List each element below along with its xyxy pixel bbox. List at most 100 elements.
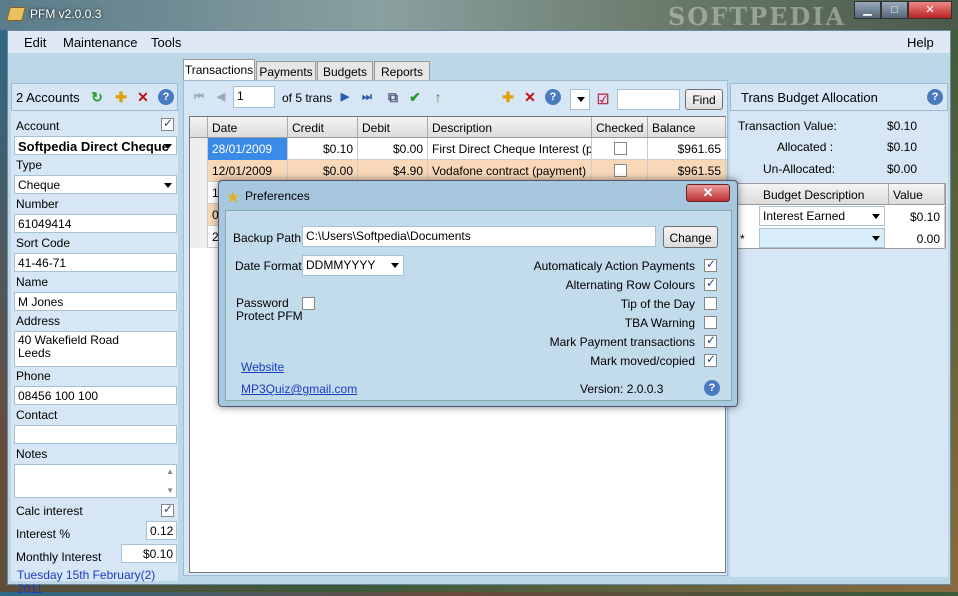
grid-header: Date Credit Debit Description Checked Ba… xyxy=(190,117,727,138)
cell-date[interactable]: 28/01/2009 xyxy=(208,138,288,160)
delete-transaction-icon[interactable]: ✕ xyxy=(522,89,538,105)
calc-interest-checkbox[interactable] xyxy=(161,502,174,517)
preferences-close-button[interactable]: ✕ xyxy=(686,184,730,202)
close-button[interactable]: ✕ xyxy=(908,1,952,19)
col-debit[interactable]: Debit xyxy=(358,117,428,138)
budget-desc-select-new[interactable] xyxy=(759,228,885,248)
row-checkbox[interactable] xyxy=(614,164,627,177)
first-record-icon[interactable]: ⏮ xyxy=(191,89,207,105)
scroll-down-icon[interactable]: ▼ xyxy=(166,486,174,495)
refresh-icon[interactable]: ↻ xyxy=(89,89,105,105)
col-balance[interactable]: Balance xyxy=(648,117,726,138)
add-transaction-icon[interactable]: ✚ xyxy=(500,89,516,105)
website-link[interactable]: Website xyxy=(241,360,284,374)
address-field[interactable]: 40 Wakefield Road Leeds xyxy=(14,331,177,367)
delete-account-icon[interactable]: ✕ xyxy=(135,89,151,105)
budget-grid: Budget Description Value Interest Earned… xyxy=(736,183,946,250)
cell-debit[interactable]: $4.90 xyxy=(358,160,428,182)
cell-description[interactable]: First Direct Cheque Interest (pa... xyxy=(428,138,592,160)
next-record-icon[interactable]: ▶ xyxy=(337,89,353,105)
type-select[interactable]: Cheque xyxy=(14,175,177,194)
budget-allocation-panel: Trans Budget Allocation ? Transaction Va… xyxy=(730,83,948,578)
option-mark-payment-checkbox[interactable] xyxy=(704,333,717,348)
account-select[interactable]: Softpedia Direct Cheque xyxy=(14,136,177,155)
sort-code-field[interactable]: 41-46-71 xyxy=(14,253,177,272)
phone-field[interactable]: 08456 100 100 xyxy=(14,386,177,405)
option-auto-action-checkbox[interactable] xyxy=(704,257,717,272)
col-budget-value[interactable]: Value xyxy=(889,184,945,205)
minimize-button[interactable]: ▁ xyxy=(854,1,881,19)
date-format-select[interactable]: DDMMYYYY xyxy=(302,255,404,276)
cell-credit[interactable]: $0.10 xyxy=(288,138,358,160)
prev-record-icon[interactable]: ◀ xyxy=(213,89,229,105)
cell-debit[interactable]: $0.00 xyxy=(358,138,428,160)
account-checkbox[interactable] xyxy=(161,116,174,131)
option-alt-rows-checkbox[interactable] xyxy=(704,276,717,291)
calc-interest-label: Calc interest xyxy=(16,504,83,518)
contact-field[interactable] xyxy=(14,425,177,444)
option-mark-moved-checkbox[interactable] xyxy=(704,352,717,367)
maximize-button[interactable]: □ xyxy=(881,1,908,19)
interest-field[interactable]: 0.12 xyxy=(146,521,177,540)
record-count: of 5 trans xyxy=(282,91,333,105)
tab-payments[interactable]: Payments xyxy=(256,61,316,81)
checklist-icon[interactable]: ☑ xyxy=(595,91,611,107)
row-checkbox[interactable] xyxy=(614,142,627,155)
copy-icon[interactable]: ⧉ xyxy=(385,89,401,105)
address-line2: Leeds xyxy=(18,346,51,360)
tab-budgets[interactable]: Budgets xyxy=(317,61,373,81)
cell-credit[interactable]: $0.00 xyxy=(288,160,358,182)
menu-edit[interactable]: Edit xyxy=(24,35,46,50)
budget-value-cell-new[interactable]: 0.00 xyxy=(889,228,945,250)
table-row[interactable]: 28/01/2009 $0.10 $0.00 First Direct Cheq… xyxy=(190,138,727,160)
menu-maintenance[interactable]: Maintenance xyxy=(63,35,137,50)
budget-help-icon[interactable]: ? xyxy=(927,89,943,105)
option-tip-checkbox[interactable] xyxy=(704,297,717,310)
notes-field[interactable]: ▲ ▼ xyxy=(14,464,177,498)
change-button[interactable]: Change xyxy=(663,226,718,248)
preferences-help-icon[interactable]: ? xyxy=(704,380,720,396)
option-tip: Tip of the Day xyxy=(620,297,695,311)
option-tba-checkbox[interactable] xyxy=(704,316,717,329)
backup-path-field[interactable]: C:\Users\Softpedia\Documents xyxy=(302,226,656,247)
budget-desc-select[interactable]: Interest Earned xyxy=(759,206,885,226)
last-record-icon[interactable]: ⏭ xyxy=(359,89,375,105)
help-icon[interactable]: ? xyxy=(158,89,174,105)
add-account-icon[interactable]: ✚ xyxy=(113,89,129,105)
col-date[interactable]: Date xyxy=(208,117,288,138)
record-position-field[interactable]: 1 xyxy=(233,86,275,108)
cell-checked[interactable] xyxy=(592,160,648,182)
password-checkbox[interactable] xyxy=(302,297,315,310)
date-format-label: Date Format xyxy=(235,259,302,273)
monthly-interest-field[interactable]: $0.10 xyxy=(121,544,177,563)
name-field[interactable]: M Jones xyxy=(14,292,177,311)
cell-checked[interactable] xyxy=(592,138,648,160)
transactions-help-icon[interactable]: ? xyxy=(545,89,561,105)
number-field[interactable]: 61049414 xyxy=(14,214,177,233)
reconcile-icon[interactable]: ✔ xyxy=(407,89,423,105)
transactions-toolbar: ⏮ ◀ 1 of 5 trans ▶ ⏭ ⧉ ✔ ↑ ✚ ✕ ? xyxy=(187,83,561,111)
filter-dropdown[interactable] xyxy=(570,89,590,110)
trans-value: $0.10 xyxy=(887,119,918,133)
budget-value-cell[interactable]: $0.10 xyxy=(889,206,945,228)
monthly-interest-label: Monthly Interest xyxy=(16,550,102,564)
account-label: Account xyxy=(16,119,60,133)
col-budget-description[interactable]: Budget Description xyxy=(759,184,889,205)
budget-desc-value: Interest Earned xyxy=(763,209,846,223)
menu-tools[interactable]: Tools xyxy=(151,35,181,50)
table-row[interactable]: 12/01/2009 $0.00 $4.90 Vodafone contract… xyxy=(190,160,727,182)
scroll-up-icon[interactable]: ▲ xyxy=(166,467,174,476)
find-button[interactable]: Find xyxy=(685,89,723,110)
move-up-icon[interactable]: ↑ xyxy=(430,89,446,105)
col-checked[interactable]: Checked xyxy=(592,117,648,138)
menu-help[interactable]: Help xyxy=(907,35,934,50)
tab-transactions[interactable]: Transactions xyxy=(183,59,255,81)
title-bar: PFM v2.0.0.3 SOFTPEDIA ▁ □ ✕ xyxy=(0,0,958,31)
cell-description[interactable]: Vodafone contract (payment) xyxy=(428,160,592,182)
col-description[interactable]: Description xyxy=(428,117,592,138)
find-input[interactable] xyxy=(617,89,680,110)
tab-reports[interactable]: Reports xyxy=(374,61,430,81)
col-credit[interactable]: Credit xyxy=(288,117,358,138)
cell-date[interactable]: 12/01/2009 xyxy=(208,160,288,182)
email-link[interactable]: MP3Quiz@gmail.com xyxy=(241,382,357,396)
